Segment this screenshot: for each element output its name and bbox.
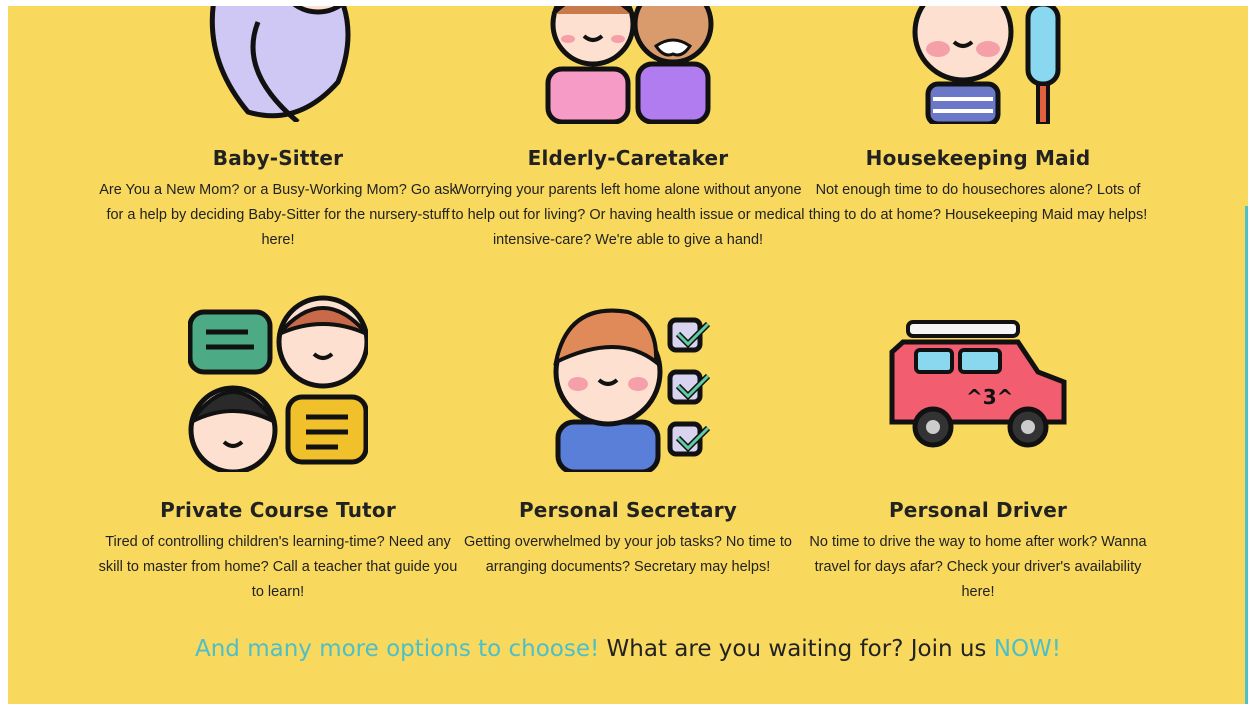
cta-question-text: What are you waiting for? Join us — [599, 636, 994, 662]
maid-duster-icon — [888, 6, 1068, 124]
service-description: Getting overwhelmed by your job tasks? N… — [463, 534, 792, 575]
baby-icon — [188, 6, 368, 122]
svg-text:^3^: ^3^ — [966, 385, 1013, 409]
service-title: Personal Driver — [888, 498, 1068, 522]
service-description: Not enough time to do housechores alone?… — [808, 182, 1148, 223]
service-description: Worrying your parents left home alone wi… — [451, 182, 805, 248]
service-title: Private Course Tutor — [160, 498, 396, 522]
elderly-couple-icon — [538, 6, 718, 124]
service-description: No time to drive the way to home after w… — [809, 534, 1147, 600]
car-icon: ^3^ — [888, 292, 1068, 472]
service-title: Baby-Sitter — [212, 146, 344, 170]
service-title: Personal Secretary — [518, 498, 738, 522]
services-section: Baby-Sitter Are You a New Mom? or a Busy… — [8, 6, 1248, 704]
service-title: Elderly-Caretaker — [527, 146, 729, 170]
scroll-edge-accent — [1245, 206, 1248, 704]
cta-options-text: And many more options to choose! — [194, 636, 600, 662]
secretary-checklist-icon — [538, 292, 718, 472]
service-description: Tired of controlling children's learning… — [98, 534, 458, 600]
cta-now-link[interactable]: NOW! — [994, 636, 1061, 662]
call-to-action: And many more options to choose! What ar… — [8, 636, 1248, 662]
service-title: Housekeeping Maid — [865, 146, 1091, 170]
tutor-chat-icon — [188, 292, 368, 472]
service-description: Are You a New Mom? or a Busy-Working Mom… — [99, 182, 457, 248]
